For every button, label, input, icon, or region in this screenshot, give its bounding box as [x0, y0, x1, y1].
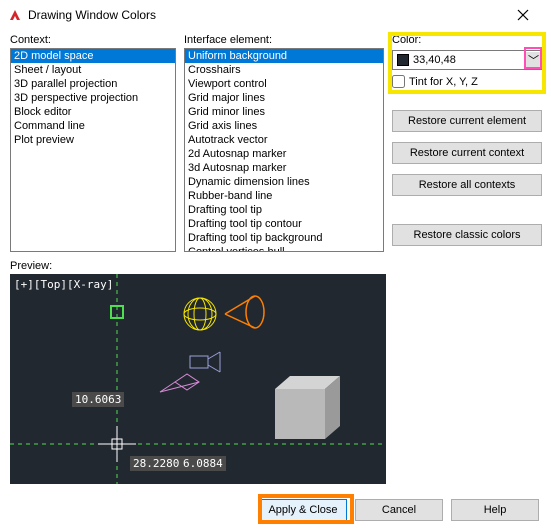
color-value: 33,40,48	[413, 54, 525, 66]
list-item[interactable]: Drafting tool tip contour	[185, 217, 383, 231]
close-button[interactable]	[503, 1, 543, 29]
tint-checkbox[interactable]	[392, 75, 405, 88]
tint-row[interactable]: Tint for X, Y, Z	[392, 75, 542, 88]
restore-current-context-button[interactable]: Restore current context	[392, 142, 542, 164]
interface-element-listbox[interactable]: Uniform backgroundCrosshairsViewport con…	[184, 48, 384, 252]
cancel-button[interactable]: Cancel	[355, 499, 443, 521]
color-swatch-icon	[397, 54, 409, 66]
list-item[interactable]: 2d Autosnap marker	[185, 147, 383, 161]
list-item[interactable]: Drafting tool tip	[185, 203, 383, 217]
restore-all-contexts-button[interactable]: Restore all contexts	[392, 174, 542, 196]
preview-label: Preview:	[10, 260, 551, 272]
list-item[interactable]: Grid minor lines	[185, 105, 383, 119]
close-icon	[517, 9, 529, 21]
list-item[interactable]: Sheet / layout	[11, 63, 175, 77]
list-item[interactable]: Plot preview	[11, 133, 175, 147]
list-item[interactable]: Rubber-band line	[185, 189, 383, 203]
list-item[interactable]: Grid axis lines	[185, 119, 383, 133]
color-label: Color:	[392, 34, 542, 46]
list-item[interactable]: Command line	[11, 119, 175, 133]
list-item[interactable]: Block editor	[11, 105, 175, 119]
list-item[interactable]: Dynamic dimension lines	[185, 175, 383, 189]
list-item[interactable]: Crosshairs	[185, 63, 383, 77]
list-item[interactable]: Autotrack vector	[185, 133, 383, 147]
list-item[interactable]: Uniform background	[185, 49, 383, 63]
preview-pane: [+][Top][X-ray]	[10, 274, 386, 484]
color-dropdown[interactable]: 33,40,48 ﹀	[392, 50, 542, 70]
list-item[interactable]: 3D perspective projection	[11, 91, 175, 105]
list-item[interactable]: 2D model space	[11, 49, 175, 63]
preview-dim-1: 10.6063	[72, 392, 124, 407]
list-item[interactable]: 3d Autosnap marker	[185, 161, 383, 175]
chevron-down-icon: ﹀	[525, 52, 541, 68]
context-label: Context:	[10, 34, 176, 46]
list-item[interactable]: Grid major lines	[185, 91, 383, 105]
dialog-title: Drawing Window Colors	[28, 8, 503, 22]
app-logo-icon	[8, 8, 22, 22]
list-item[interactable]: Viewport control	[185, 77, 383, 91]
restore-classic-colors-button[interactable]: Restore classic colors	[392, 224, 542, 246]
titlebar: Drawing Window Colors	[0, 0, 551, 30]
list-item[interactable]: Control vertices hull	[185, 245, 383, 252]
context-listbox[interactable]: 2D model spaceSheet / layout3D parallel …	[10, 48, 176, 252]
help-button[interactable]: Help	[451, 499, 539, 521]
tint-label: Tint for X, Y, Z	[409, 76, 478, 88]
preview-dim-2: 28.2280	[130, 456, 182, 471]
restore-current-element-button[interactable]: Restore current element	[392, 110, 542, 132]
list-item[interactable]: Drafting tool tip background	[185, 231, 383, 245]
list-item[interactable]: 3D parallel projection	[11, 77, 175, 91]
preview-dim-3: 6.0884	[180, 456, 226, 471]
preview-graphics	[10, 274, 386, 484]
interface-element-label: Interface element:	[184, 34, 384, 46]
apply-and-close-button[interactable]: Apply & Close	[259, 499, 347, 521]
